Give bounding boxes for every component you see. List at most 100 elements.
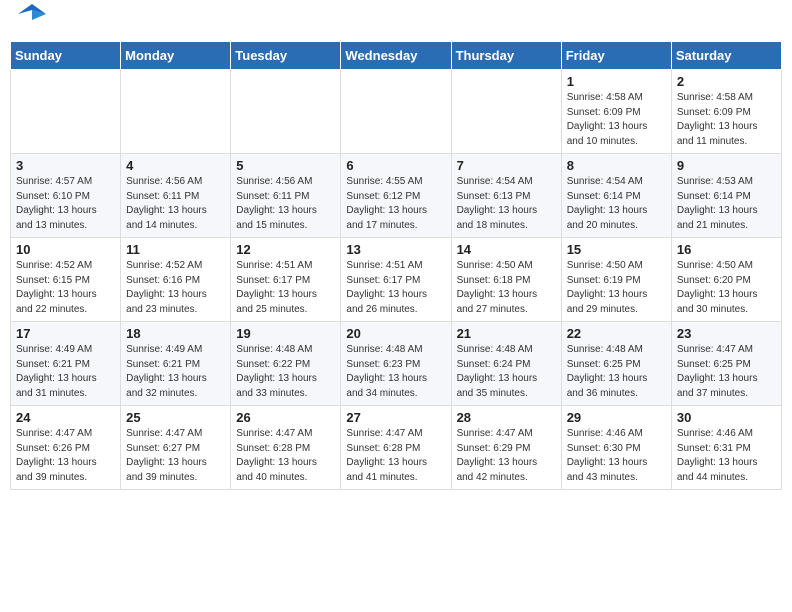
day-number: 27 [346, 410, 445, 425]
day-number: 13 [346, 242, 445, 257]
day-number: 10 [16, 242, 115, 257]
day-cell [11, 70, 121, 154]
day-info: Sunrise: 4:58 AM Sunset: 6:09 PM Dayligh… [567, 91, 666, 149]
day-cell: 25 Sunrise: 4:47 AM Sunset: 6:27 PM Dayli… [121, 406, 231, 490]
day-info: Sunrise: 4:46 AM Sunset: 6:30 PM Dayligh… [567, 427, 666, 485]
day-number: 29 [567, 410, 666, 425]
day-number: 20 [346, 326, 445, 341]
day-cell: 18 Sunrise: 4:49 AM Sunset: 6:21 PM Dayli… [121, 322, 231, 406]
day-cell: 8 Sunrise: 4:54 AM Sunset: 6:14 PM Daylig… [561, 154, 671, 238]
day-cell: 1 Sunrise: 4:58 AM Sunset: 6:09 PM Daylig… [561, 70, 671, 154]
day-cell: 26 Sunrise: 4:47 AM Sunset: 6:28 PM Dayli… [231, 406, 341, 490]
day-number: 18 [126, 326, 225, 341]
day-number: 3 [16, 158, 115, 173]
col-header-saturday: Saturday [671, 42, 781, 70]
day-cell [451, 70, 561, 154]
day-info: Sunrise: 4:48 AM Sunset: 6:22 PM Dayligh… [236, 343, 335, 401]
day-info: Sunrise: 4:52 AM Sunset: 6:16 PM Dayligh… [126, 259, 225, 317]
day-number: 28 [457, 410, 556, 425]
day-number: 1 [567, 74, 666, 89]
week-row-5: 24 Sunrise: 4:47 AM Sunset: 6:26 PM Dayli… [11, 406, 782, 490]
day-cell [341, 70, 451, 154]
day-number: 14 [457, 242, 556, 257]
day-info: Sunrise: 4:50 AM Sunset: 6:20 PM Dayligh… [677, 259, 776, 317]
day-cell: 11 Sunrise: 4:52 AM Sunset: 6:16 PM Dayli… [121, 238, 231, 322]
week-row-1: 1 Sunrise: 4:58 AM Sunset: 6:09 PM Daylig… [11, 70, 782, 154]
day-cell: 22 Sunrise: 4:48 AM Sunset: 6:25 PM Dayli… [561, 322, 671, 406]
day-number: 11 [126, 242, 225, 257]
day-number: 8 [567, 158, 666, 173]
day-cell: 27 Sunrise: 4:47 AM Sunset: 6:28 PM Dayli… [341, 406, 451, 490]
day-info: Sunrise: 4:48 AM Sunset: 6:24 PM Dayligh… [457, 343, 556, 401]
day-cell: 15Sunrise: 4:50 AM Sunset: 6:19 PM Dayli… [561, 238, 671, 322]
day-cell: 16Sunrise: 4:50 AM Sunset: 6:20 PM Dayli… [671, 238, 781, 322]
day-cell: 14 Sunrise: 4:50 AM Sunset: 6:18 PM Dayli… [451, 238, 561, 322]
day-info: Sunrise: 4:47 AM Sunset: 6:28 PM Dayligh… [346, 427, 445, 485]
col-header-monday: Monday [121, 42, 231, 70]
day-cell: 2Sunrise: 4:58 AM Sunset: 6:09 PM Daylig… [671, 70, 781, 154]
day-info: Sunrise: 4:46 AM Sunset: 6:31 PM Dayligh… [677, 427, 776, 485]
day-info: Sunrise: 4:52 AM Sunset: 6:15 PM Dayligh… [16, 259, 115, 317]
day-cell: 5Sunrise: 4:56 AM Sunset: 6:11 PM Daylig… [231, 154, 341, 238]
day-cell [121, 70, 231, 154]
day-info: Sunrise: 4:56 AM Sunset: 6:11 PM Dayligh… [236, 175, 335, 233]
day-number: 19 [236, 326, 335, 341]
day-cell: 13 Sunrise: 4:51 AM Sunset: 6:17 PM Dayli… [341, 238, 451, 322]
day-cell: 23Sunrise: 4:47 AM Sunset: 6:25 PM Dayli… [671, 322, 781, 406]
day-cell: 17Sunrise: 4:49 AM Sunset: 6:21 PM Dayli… [11, 322, 121, 406]
day-info: Sunrise: 4:55 AM Sunset: 6:12 PM Dayligh… [346, 175, 445, 233]
col-header-wednesday: Wednesday [341, 42, 451, 70]
day-cell: 6 Sunrise: 4:55 AM Sunset: 6:12 PM Daylig… [341, 154, 451, 238]
day-info: Sunrise: 4:54 AM Sunset: 6:13 PM Dayligh… [457, 175, 556, 233]
day-cell: 3 Sunrise: 4:57 AM Sunset: 6:10 PM Daylig… [11, 154, 121, 238]
calendar-table: SundayMondayTuesdayWednesdayThursdayFrid… [10, 41, 782, 490]
day-number: 26 [236, 410, 335, 425]
week-row-3: 10 Sunrise: 4:52 AM Sunset: 6:15 PM Dayli… [11, 238, 782, 322]
day-cell: 29 Sunrise: 4:46 AM Sunset: 6:30 PM Dayli… [561, 406, 671, 490]
day-info: Sunrise: 4:51 AM Sunset: 6:17 PM Dayligh… [346, 259, 445, 317]
day-number: 22 [567, 326, 666, 341]
col-header-friday: Friday [561, 42, 671, 70]
day-number: 4 [126, 158, 225, 173]
day-number: 12 [236, 242, 335, 257]
day-cell: 19 Sunrise: 4:48 AM Sunset: 6:22 PM Dayli… [231, 322, 341, 406]
day-info: Sunrise: 4:49 AM Sunset: 6:21 PM Dayligh… [126, 343, 225, 401]
week-row-4: 17Sunrise: 4:49 AM Sunset: 6:21 PM Dayli… [11, 322, 782, 406]
day-info: Sunrise: 4:48 AM Sunset: 6:25 PM Dayligh… [567, 343, 666, 401]
day-cell: 9Sunrise: 4:53 AM Sunset: 6:14 PM Daylig… [671, 154, 781, 238]
logo [14, 10, 46, 33]
col-header-tuesday: Tuesday [231, 42, 341, 70]
page-header [10, 10, 782, 33]
day-info: Sunrise: 4:53 AM Sunset: 6:14 PM Dayligh… [677, 175, 776, 233]
calendar-header-row: SundayMondayTuesdayWednesdayThursdayFrid… [11, 42, 782, 70]
day-number: 25 [126, 410, 225, 425]
day-cell: 21 Sunrise: 4:48 AM Sunset: 6:24 PM Dayli… [451, 322, 561, 406]
day-cell [231, 70, 341, 154]
day-number: 21 [457, 326, 556, 341]
day-cell: 10 Sunrise: 4:52 AM Sunset: 6:15 PM Dayli… [11, 238, 121, 322]
day-number: 24 [16, 410, 115, 425]
day-info: Sunrise: 4:47 AM Sunset: 6:26 PM Dayligh… [16, 427, 115, 485]
day-info: Sunrise: 4:50 AM Sunset: 6:18 PM Dayligh… [457, 259, 556, 317]
day-number: 23 [677, 326, 776, 341]
day-info: Sunrise: 4:49 AM Sunset: 6:21 PM Dayligh… [16, 343, 115, 401]
day-cell: 28 Sunrise: 4:47 AM Sunset: 6:29 PM Dayli… [451, 406, 561, 490]
day-number: 15 [567, 242, 666, 257]
day-info: Sunrise: 4:47 AM Sunset: 6:27 PM Dayligh… [126, 427, 225, 485]
day-cell: 4 Sunrise: 4:56 AM Sunset: 6:11 PM Daylig… [121, 154, 231, 238]
day-info: Sunrise: 4:47 AM Sunset: 6:29 PM Dayligh… [457, 427, 556, 485]
logo-bird-icon [18, 0, 46, 33]
day-cell: 20Sunrise: 4:48 AM Sunset: 6:23 PM Dayli… [341, 322, 451, 406]
day-cell: 7 Sunrise: 4:54 AM Sunset: 6:13 PM Daylig… [451, 154, 561, 238]
col-header-thursday: Thursday [451, 42, 561, 70]
day-number: 7 [457, 158, 556, 173]
day-info: Sunrise: 4:56 AM Sunset: 6:11 PM Dayligh… [126, 175, 225, 233]
day-number: 6 [346, 158, 445, 173]
day-info: Sunrise: 4:58 AM Sunset: 6:09 PM Dayligh… [677, 91, 776, 149]
day-info: Sunrise: 4:54 AM Sunset: 6:14 PM Dayligh… [567, 175, 666, 233]
day-info: Sunrise: 4:57 AM Sunset: 6:10 PM Dayligh… [16, 175, 115, 233]
day-cell: 30 Sunrise: 4:46 AM Sunset: 6:31 PM Dayli… [671, 406, 781, 490]
day-number: 30 [677, 410, 776, 425]
day-info: Sunrise: 4:47 AM Sunset: 6:28 PM Dayligh… [236, 427, 335, 485]
day-cell: 24 Sunrise: 4:47 AM Sunset: 6:26 PM Dayli… [11, 406, 121, 490]
